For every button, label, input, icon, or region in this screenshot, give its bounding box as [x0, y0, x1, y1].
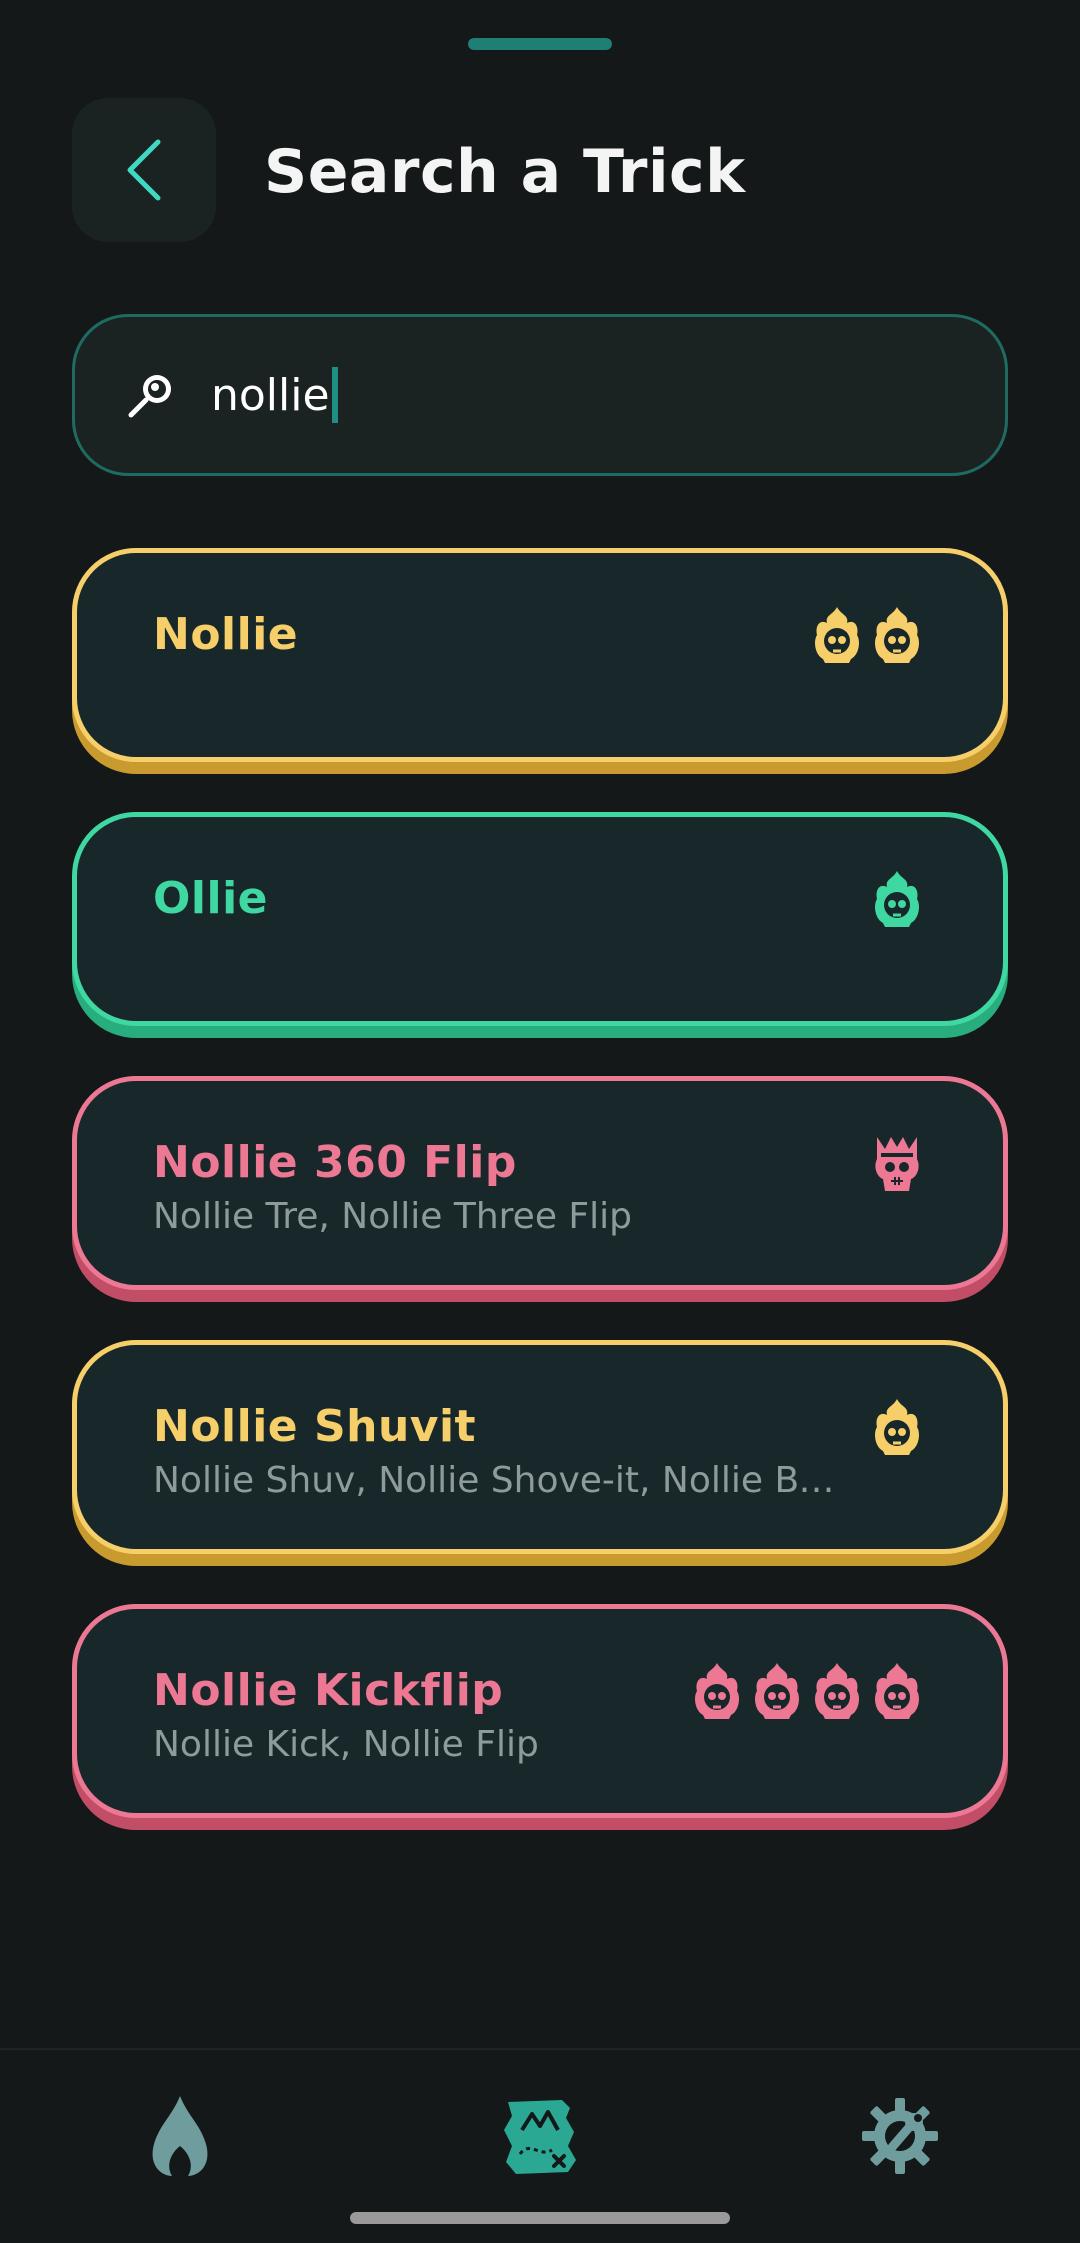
trick-title: Nollie Shuvit: [153, 1401, 477, 1452]
difficulty-indicator: [811, 605, 923, 665]
flaming-skull-icon: [815, 607, 859, 663]
flaming-skull-icon: [695, 1663, 739, 1719]
trick-card[interactable]: Nollie Kickflip Nollie Kick, Nollie Flip: [72, 1604, 1008, 1818]
flaming-skull-icon: [755, 1663, 799, 1719]
trick-aliases: Nollie Shuv, Nollie Shove-it, Nollie BS.…: [153, 1460, 853, 1501]
trick-aliases: Nollie Kick, Nollie Flip: [153, 1724, 539, 1765]
trick-card[interactable]: Nollie 360 Flip Nollie Tre, Nollie Three …: [72, 1076, 1008, 1290]
nav-item-tricks[interactable]: [130, 2086, 230, 2186]
flaming-skull-icon: [875, 1399, 919, 1455]
difficulty-indicator: [871, 1397, 923, 1457]
flaming-skull-icon: [875, 871, 919, 927]
settings-icon: [862, 2098, 938, 2174]
difficulty-indicator: [691, 1661, 923, 1721]
map-icon: [504, 2100, 576, 2174]
trick-aliases: Nollie Tre, Nollie Three Flip: [153, 1196, 632, 1237]
drag-handle[interactable]: [468, 38, 612, 50]
flaming-skull-icon: [875, 1663, 919, 1719]
flaming-skull-icon: [815, 1663, 859, 1719]
difficulty-indicator: [871, 1133, 923, 1193]
crowned-skull-icon: [875, 1137, 919, 1191]
search-input[interactable]: nollie: [211, 370, 330, 421]
flame-icon: [152, 2096, 208, 2176]
trick-title: Nollie 360 Flip: [153, 1137, 517, 1188]
difficulty-indicator: [871, 869, 923, 929]
trick-card[interactable]: Nollie Shuvit Nollie Shuv, Nollie Shove-i…: [72, 1340, 1008, 1554]
chevron-left-icon: [127, 139, 161, 201]
trick-title: Ollie: [153, 873, 268, 924]
page-title: Search a Trick: [264, 137, 746, 207]
text-caret: [331, 367, 338, 423]
home-indicator[interactable]: [350, 2212, 730, 2224]
magnifier-icon: [128, 375, 171, 418]
trick-card[interactable]: Nollie: [72, 548, 1008, 762]
flaming-skull-icon: [875, 607, 919, 663]
trick-title: Nollie: [153, 609, 299, 660]
back-button[interactable]: [72, 98, 216, 242]
nav-item-settings[interactable]: [850, 2086, 950, 2186]
nav-item-map[interactable]: [490, 2086, 590, 2186]
trick-card[interactable]: Ollie: [72, 812, 1008, 1026]
search-field[interactable]: nollie: [72, 314, 1008, 476]
